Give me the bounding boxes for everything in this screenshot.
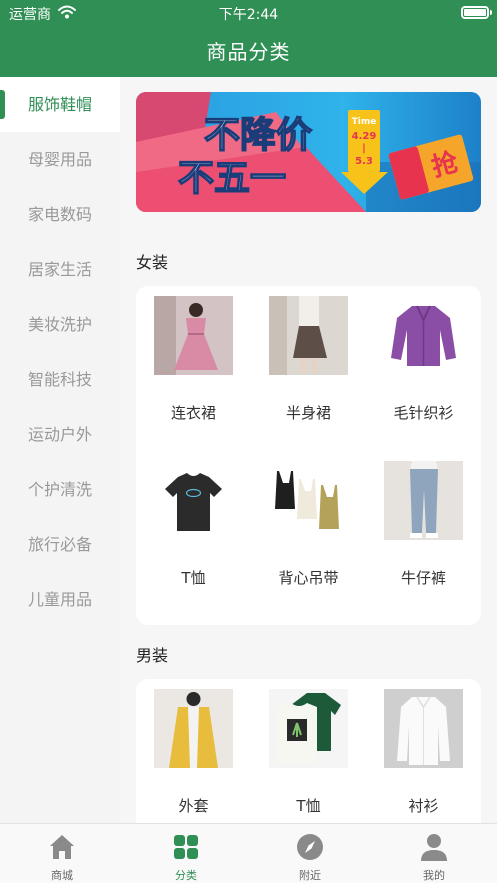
bottom-tab-bar: 商城 分类 附近 我的: [0, 823, 497, 883]
jeans-photo: [384, 461, 463, 540]
section-title-women: 女装: [136, 253, 169, 272]
shirt-photo: [384, 689, 463, 768]
category-content: 不降价 不五一 Time 4.29 | 5.3 抢 女装 连衣裙 半身裙 毛针织…: [120, 77, 497, 823]
category-label: 连衣裙: [170, 404, 216, 422]
sidebar-item-clothing[interactable]: 服饰鞋帽: [0, 77, 120, 132]
banner-date-sep: |: [362, 143, 366, 154]
women-category-card: 连衣裙 半身裙 毛针织衫 T恤 背心吊带 牛仔裤: [136, 286, 481, 625]
banner-date-end: 5.3: [355, 156, 373, 167]
category-item-skirt[interactable]: 半身裙: [251, 286, 366, 451]
camisole-photo: [269, 461, 348, 540]
sidebar-item-baby[interactable]: 母婴用品: [0, 132, 120, 187]
sidebar-item-personal-care[interactable]: 个护清洗: [0, 462, 120, 517]
category-label: 牛仔裤: [400, 569, 446, 587]
category-item-tshirt-women[interactable]: T恤: [136, 451, 251, 616]
category-icon: [174, 835, 198, 859]
tab-label: 我的: [423, 869, 445, 882]
category-item-dress[interactable]: 连衣裙: [136, 286, 251, 451]
tab-label: 商城: [51, 869, 73, 882]
banner-line1: 不降价: [204, 115, 312, 156]
skirt-photo: [269, 296, 348, 375]
category-item-camisole[interactable]: 背心吊带: [251, 451, 366, 616]
tshirt-photo: [154, 461, 233, 540]
banner-line2: 不五一: [178, 158, 286, 199]
category-item-shirt[interactable]: 衬衫: [366, 679, 481, 823]
men-category-card: 外套 T恤 衬衫: [136, 679, 481, 823]
user-icon: [421, 834, 447, 861]
tab-category[interactable]: 分类: [124, 824, 248, 883]
category-item-jacket[interactable]: 外套: [136, 679, 251, 823]
tab-home[interactable]: 商城: [0, 824, 124, 883]
status-time: 下午2:44: [218, 7, 279, 23]
sidebar-item-smart-tech[interactable]: 智能科技: [0, 352, 120, 407]
tab-nearby[interactable]: 附近: [248, 824, 372, 883]
dress-photo: [154, 296, 233, 375]
tab-label: 附近: [299, 869, 321, 882]
category-label: 毛针织衫: [393, 404, 454, 422]
battery-icon: [461, 6, 492, 19]
category-item-cardigan[interactable]: 毛针织衫: [366, 286, 481, 451]
sidebar-item-beauty[interactable]: 美妆洗护: [0, 297, 120, 352]
category-label: 衬衫: [408, 797, 439, 815]
category-item-jeans[interactable]: 牛仔裤: [366, 451, 481, 616]
banner-date-start: 4.29: [352, 131, 377, 142]
category-label: 外套: [178, 797, 209, 815]
section-title-men: 男装: [136, 646, 169, 665]
compass-icon: [297, 834, 323, 860]
sidebar-item-home-living[interactable]: 居家生活: [0, 242, 120, 297]
sidebar-item-travel[interactable]: 旅行必备: [0, 517, 120, 572]
tab-label: 分类: [175, 869, 197, 882]
tshirt-photo: [269, 689, 348, 768]
category-sidebar: 服饰鞋帽 母婴用品 家电数码 居家生活 美妆洗护 智能科技 运动户外 个护清洗 …: [0, 77, 120, 823]
status-bar: 运营商 下午2:44: [0, 0, 497, 26]
banner-time-label: Time: [352, 117, 377, 127]
category-label: T恤: [296, 797, 321, 815]
category-label: 半身裙: [285, 404, 331, 422]
app-header: 运营商 下午2:44 商品分类: [0, 0, 497, 77]
jacket-photo: [154, 689, 233, 768]
home-icon: [50, 835, 74, 859]
promo-banner[interactable]: 不降价 不五一 Time 4.29 | 5.3 抢: [136, 92, 481, 212]
tab-profile[interactable]: 我的: [372, 824, 496, 883]
cardigan-photo: [384, 296, 463, 375]
category-label: 背心吊带: [278, 569, 339, 587]
page-title: 商品分类: [206, 40, 291, 64]
category-label: T恤: [181, 569, 206, 587]
sidebar-item-kids[interactable]: 儿童用品: [0, 572, 120, 627]
sidebar-item-outdoor[interactable]: 运动户外: [0, 407, 120, 462]
category-item-tshirt-men[interactable]: T恤: [251, 679, 366, 823]
sidebar-item-electronics[interactable]: 家电数码: [0, 187, 120, 242]
